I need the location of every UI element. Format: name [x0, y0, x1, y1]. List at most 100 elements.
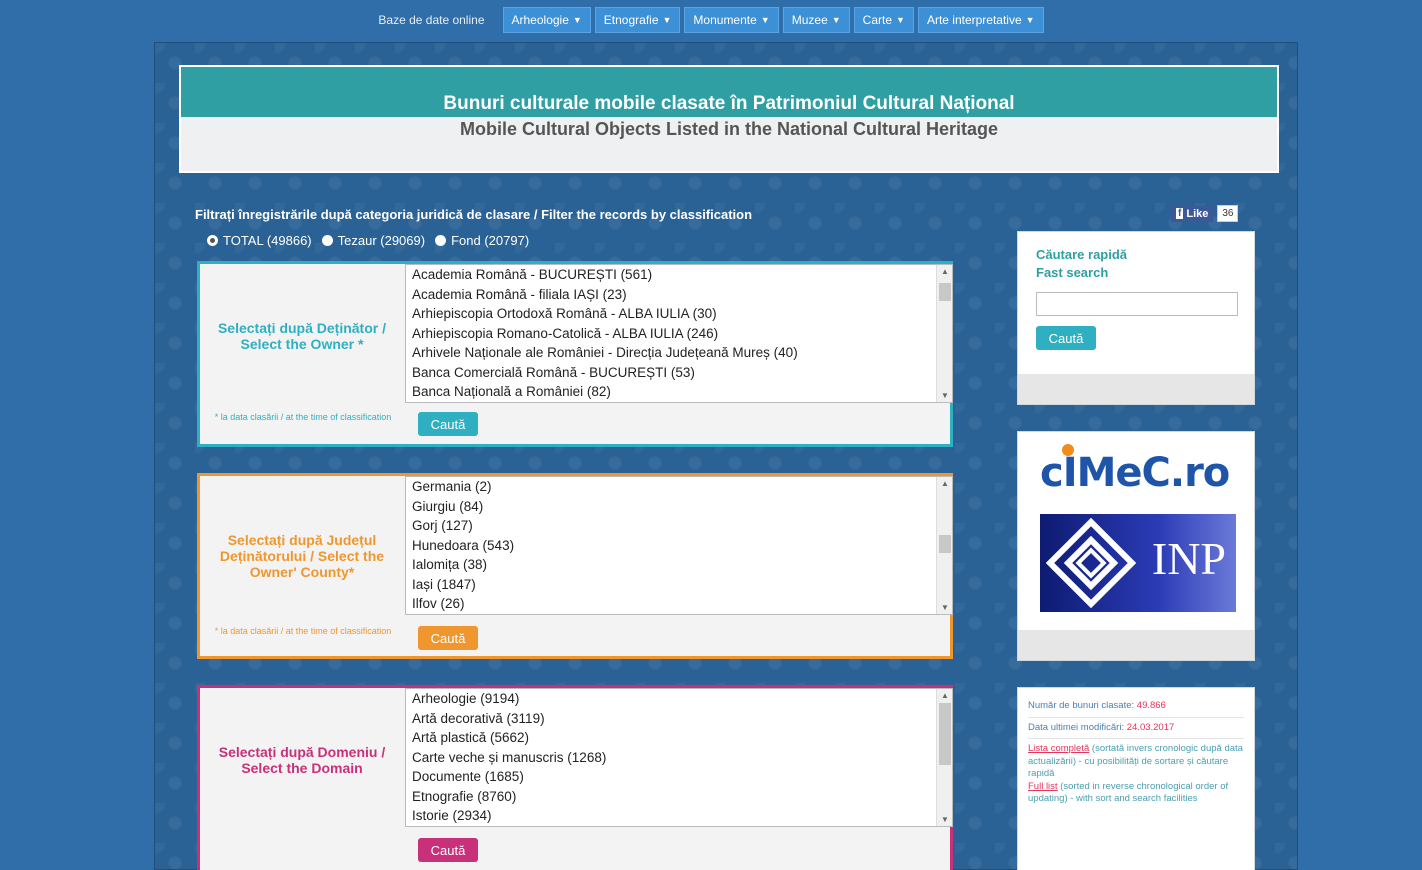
radio-label: TOTAL (49866) [223, 233, 312, 248]
caret-down-icon: ▼ [896, 15, 905, 25]
cimec-logo-text: cIMeC.ro [1040, 450, 1230, 496]
panel-footer [1018, 374, 1254, 404]
nav-lead-label: Baze de date online [378, 13, 485, 27]
quick-search-title-ro: Căutare rapidă [1036, 247, 1128, 262]
list-item[interactable]: Banca Comercială Română - BUCUREȘTI (53) [406, 363, 952, 383]
page-title-en: Mobile Cultural Objects Listed in the Na… [459, 119, 999, 139]
scroll-thumb[interactable] [939, 535, 951, 553]
radio-total[interactable]: TOTAL (49866) [207, 233, 312, 248]
facebook-like-count: 36 [1217, 205, 1239, 222]
nav-item-carte[interactable]: Carte ▼ [853, 7, 914, 33]
list-item[interactable]: Academia Română - BUCUREȘTI (561) [406, 265, 952, 285]
owner-filter-note: * la data clasării / at the time of clas… [214, 412, 392, 422]
nav-item-label: Etnografie [603, 13, 659, 27]
list-item[interactable]: Etnografie (8760) [406, 787, 952, 807]
owner-select[interactable]: Academia Română - BUCUREȘTI (561) Academ… [405, 264, 953, 403]
full-list-link-ro[interactable]: Lista completă [1028, 743, 1089, 754]
list-item[interactable]: Academia Română - filiala IAȘI (23) [406, 285, 952, 305]
last-update-value: 24.03.2017 [1126, 721, 1175, 733]
domain-select[interactable]: Arheologie (9194) Artă decorativă (3119)… [405, 688, 953, 827]
scroll-down-icon[interactable]: ▼ [937, 603, 952, 612]
scroll-up-icon[interactable]: ▲ [937, 479, 952, 488]
info-panel: Număr de bunuri clasate: 49.866 Data ult… [1017, 687, 1255, 870]
domain-filter-label: Selectați după Domeniu / Select the Doma… [218, 744, 386, 776]
filter-title: Filtrați înregistrările după categoria j… [195, 207, 753, 222]
radio-selected-icon [207, 235, 218, 246]
domain-search-button[interactable]: Caută [418, 838, 478, 862]
scroll-up-icon[interactable]: ▲ [937, 691, 952, 700]
quick-search-button[interactable]: Caută [1036, 326, 1096, 350]
radio-fond[interactable]: Fond (20797) [435, 233, 529, 248]
nav-item-arte-interpretative[interactable]: Arte interpretative ▼ [917, 7, 1044, 33]
cimec-logo[interactable]: cIMeC.ro [1040, 444, 1230, 496]
caret-down-icon: ▼ [760, 15, 770, 25]
list-item[interactable]: Arhiepiscopia Ortodoxă Română - ALBA IUL… [406, 304, 952, 324]
list-item[interactable]: Ialomița (38) [406, 555, 952, 575]
nav-item-etnografie[interactable]: Etnografie ▼ [594, 7, 681, 33]
quick-search-panel: Căutare rapidă Fast search Caută [1017, 231, 1255, 405]
nav-item-label: Carte [862, 13, 893, 27]
nav-item-label: Arheologie [511, 13, 569, 27]
quick-search-input[interactable] [1036, 292, 1238, 316]
list-item[interactable]: Banca Națională a României (82) [406, 382, 952, 402]
list-item[interactable]: Arhiepiscopia Romano-Catolică - ALBA IUL… [406, 324, 952, 344]
county-search-button[interactable]: Caută [418, 626, 478, 650]
radio-label: Tezaur (29069) [337, 233, 426, 248]
domain-scrollbar[interactable]: ▲ ▼ [936, 689, 952, 826]
facebook-like: f Like 36 [1171, 205, 1239, 222]
scroll-thumb[interactable] [939, 283, 951, 301]
list-item[interactable]: Giurgiu (84) [406, 497, 952, 517]
header-banner: Bunuri culturale mobile clasate în Patri… [179, 65, 1279, 173]
county-filter-label: Selectați după Județul Deținătorului / S… [219, 532, 385, 580]
quick-search-title: Căutare rapidă Fast search [1036, 246, 1127, 282]
banner-band: Bunuri culturale mobile clasate în Patri… [181, 67, 1277, 117]
caret-down-icon: ▼ [831, 15, 841, 25]
last-update-label: Data ultimei modificări: [1028, 721, 1125, 733]
nav-item-monumente[interactable]: Monumente ▼ [684, 7, 779, 33]
radio-label: Fond (20797) [451, 233, 530, 248]
facebook-like-label: Like [1186, 207, 1209, 220]
panel-footer [1018, 630, 1254, 660]
full-list-link-en[interactable]: Full list [1028, 781, 1058, 792]
list-item[interactable]: Arhivele Naționale ale României - Direcț… [406, 343, 952, 363]
scroll-up-icon[interactable]: ▲ [937, 267, 952, 276]
scroll-down-icon[interactable]: ▼ [937, 815, 952, 824]
scroll-down-icon[interactable]: ▼ [937, 391, 952, 400]
list-item[interactable]: Documente (1685) [406, 767, 952, 787]
records-count-label: Număr de bunuri clasate: [1028, 700, 1135, 711]
facebook-like-button[interactable]: f Like [1171, 205, 1214, 222]
info-content: Număr de bunuri clasate: 49.866 Data ult… [1028, 696, 1244, 806]
list-item[interactable]: Arheologie (9194) [406, 689, 952, 709]
county-scrollbar[interactable]: ▲ ▼ [936, 477, 952, 614]
list-item[interactable]: Istorie (2934) [406, 806, 952, 826]
caret-down-icon: ▼ [1025, 15, 1035, 25]
county-select[interactable]: Germania (2) Giurgiu (84) Gorj (127) Hun… [405, 476, 953, 615]
owner-scrollbar[interactable]: ▲ ▼ [936, 265, 952, 402]
list-item[interactable]: Hunedoara (543) [406, 536, 952, 556]
list-item[interactable]: Ilfov (26) [406, 594, 952, 614]
classification-radio-group: TOTAL (49866) Tezaur (29069) Fond (20797… [207, 233, 529, 248]
logos-panel: cIMeC.ro INP [1017, 431, 1255, 661]
list-item[interactable]: Artă plastică (5662) [406, 728, 952, 748]
records-count-row: Număr de bunuri clasate: 49.866 [1028, 696, 1244, 718]
facebook-icon: f [1176, 208, 1184, 219]
inp-logo[interactable]: INP [1040, 514, 1236, 612]
caret-down-icon: ▼ [572, 15, 582, 25]
list-item[interactable]: Artă decorativă (3119) [406, 709, 952, 729]
cimec-logo-dot [1062, 444, 1074, 456]
owner-filter-label: Selectați după Deținător / Select the Ow… [217, 320, 387, 352]
owner-filter-box: Selectați după Deținător / Select the Ow… [197, 261, 953, 447]
records-count-value: 49.866 [1136, 700, 1166, 711]
caret-down-icon: ▼ [662, 15, 672, 25]
list-item[interactable]: Carte veche și manuscris (1268) [406, 748, 952, 768]
nav-item-muzee[interactable]: Muzee ▼ [782, 7, 850, 33]
nav-item-arheologie[interactable]: Arheologie ▼ [502, 7, 591, 33]
owner-search-button[interactable]: Caută [418, 412, 478, 436]
list-item[interactable]: Germania (2) [406, 477, 952, 497]
radio-icon [435, 235, 447, 246]
radio-tezaur[interactable]: Tezaur (29069) [321, 233, 426, 248]
list-item[interactable]: Iași (1847) [406, 575, 952, 595]
list-item[interactable]: Gorj (127) [406, 516, 952, 536]
nav-item-label: Monumente [693, 13, 757, 27]
scroll-thumb[interactable] [939, 703, 951, 765]
